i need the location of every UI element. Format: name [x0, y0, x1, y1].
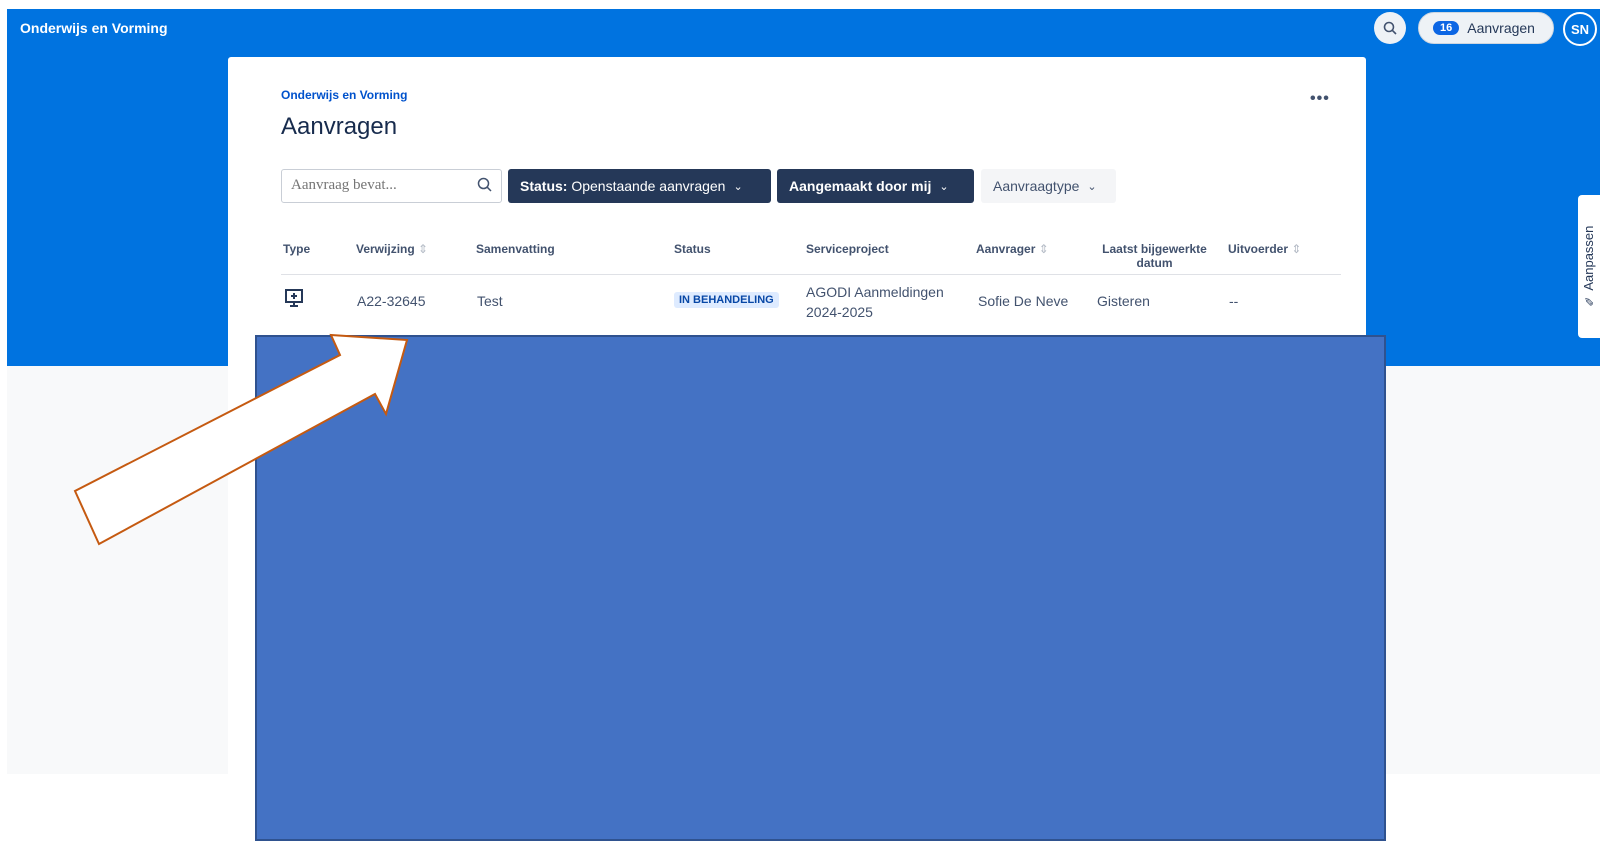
sort-icon: ⇕ [418, 242, 429, 256]
status-filter-key: Status: [520, 178, 568, 194]
row-project-line2: 2024-2025 [806, 304, 873, 320]
row-updated: Gisteren [1097, 293, 1150, 309]
search-icon [1383, 21, 1397, 35]
breadcrumb[interactable]: Onderwijs en Vorming [281, 88, 407, 102]
column-header-summary: Samenvatting [476, 242, 555, 256]
table-header-divider [281, 274, 1341, 275]
page-title: Aanvragen [281, 113, 398, 140]
customize-text: Aanpassen [1581, 225, 1596, 291]
request-type-filter-label: Aanvraagtype [993, 178, 1080, 194]
status-badge: IN BEHANDELING [674, 292, 779, 308]
chevron-down-icon: ⌄ [939, 180, 949, 193]
status-filter-value: Openstaande aanvragen [571, 178, 726, 194]
created-by-filter-button[interactable]: Aangemaakt door mij ⌄ [777, 169, 974, 203]
row-project: AGODI Aanmeldingen 2024-2025 [806, 282, 944, 322]
column-header-requester[interactable]: Aanvrager ⇕ [976, 242, 1049, 256]
sort-icon: ⇕ [1291, 242, 1302, 256]
column-header-requester-label: Aanvrager [976, 242, 1036, 256]
column-header-updated-line1: Laatst bijgewerkte [1102, 242, 1207, 256]
row-reference[interactable]: A22-32645 [357, 293, 426, 309]
request-search-input[interactable] [289, 176, 473, 195]
column-header-updated[interactable]: Laatst bijgewerkte datum [1097, 242, 1212, 270]
request-type-filter-button[interactable]: Aanvraagtype ⌄ [981, 169, 1116, 203]
requests-count-badge: 16 [1433, 21, 1460, 35]
search-icon [477, 177, 492, 192]
customize-side-tab[interactable]: ✎ Aanpassen [1578, 195, 1600, 338]
requests-button[interactable]: 16 Aanvragen [1418, 12, 1554, 44]
chevron-down-icon: ⌄ [733, 180, 743, 193]
customize-label: ✎ Aanpassen [1578, 195, 1600, 338]
column-header-project: Serviceproject [806, 242, 889, 256]
column-header-type: Type [283, 242, 311, 256]
global-search-button[interactable] [1374, 12, 1406, 44]
request-search-field[interactable] [281, 169, 502, 203]
brand-title[interactable]: Onderwijs en Vorming [20, 20, 168, 36]
row-requester: Sofie De Neve [978, 293, 1069, 309]
column-header-reference-label: Verwijzing [356, 242, 415, 256]
redaction-overlay [255, 335, 1386, 841]
requests-button-label: Aanvragen [1467, 20, 1535, 36]
avatar[interactable]: SN [1563, 12, 1597, 46]
pencil-icon: ✎ [1582, 290, 1596, 308]
created-by-filter-label: Aangemaakt door mij [789, 178, 932, 194]
chevron-down-icon: ⌄ [1087, 180, 1097, 193]
column-header-status: Status [674, 242, 711, 256]
column-header-assignee-label: Uitvoerder [1228, 242, 1289, 256]
row-assignee: -- [1229, 293, 1239, 309]
column-header-reference[interactable]: Verwijzing ⇕ [356, 242, 428, 256]
desktop-plus-icon [285, 289, 303, 307]
sort-icon: ⇕ [1038, 242, 1049, 256]
status-filter-button[interactable]: Status: Openstaande aanvragen ⌄ [508, 169, 771, 203]
row-summary[interactable]: Test [477, 293, 503, 309]
column-header-updated-line2: datum [1136, 256, 1173, 270]
more-options-button[interactable]: ••• [1310, 90, 1330, 108]
row-project-line1: AGODI Aanmeldingen [806, 284, 944, 300]
column-header-assignee[interactable]: Uitvoerder ⇕ [1228, 242, 1301, 256]
